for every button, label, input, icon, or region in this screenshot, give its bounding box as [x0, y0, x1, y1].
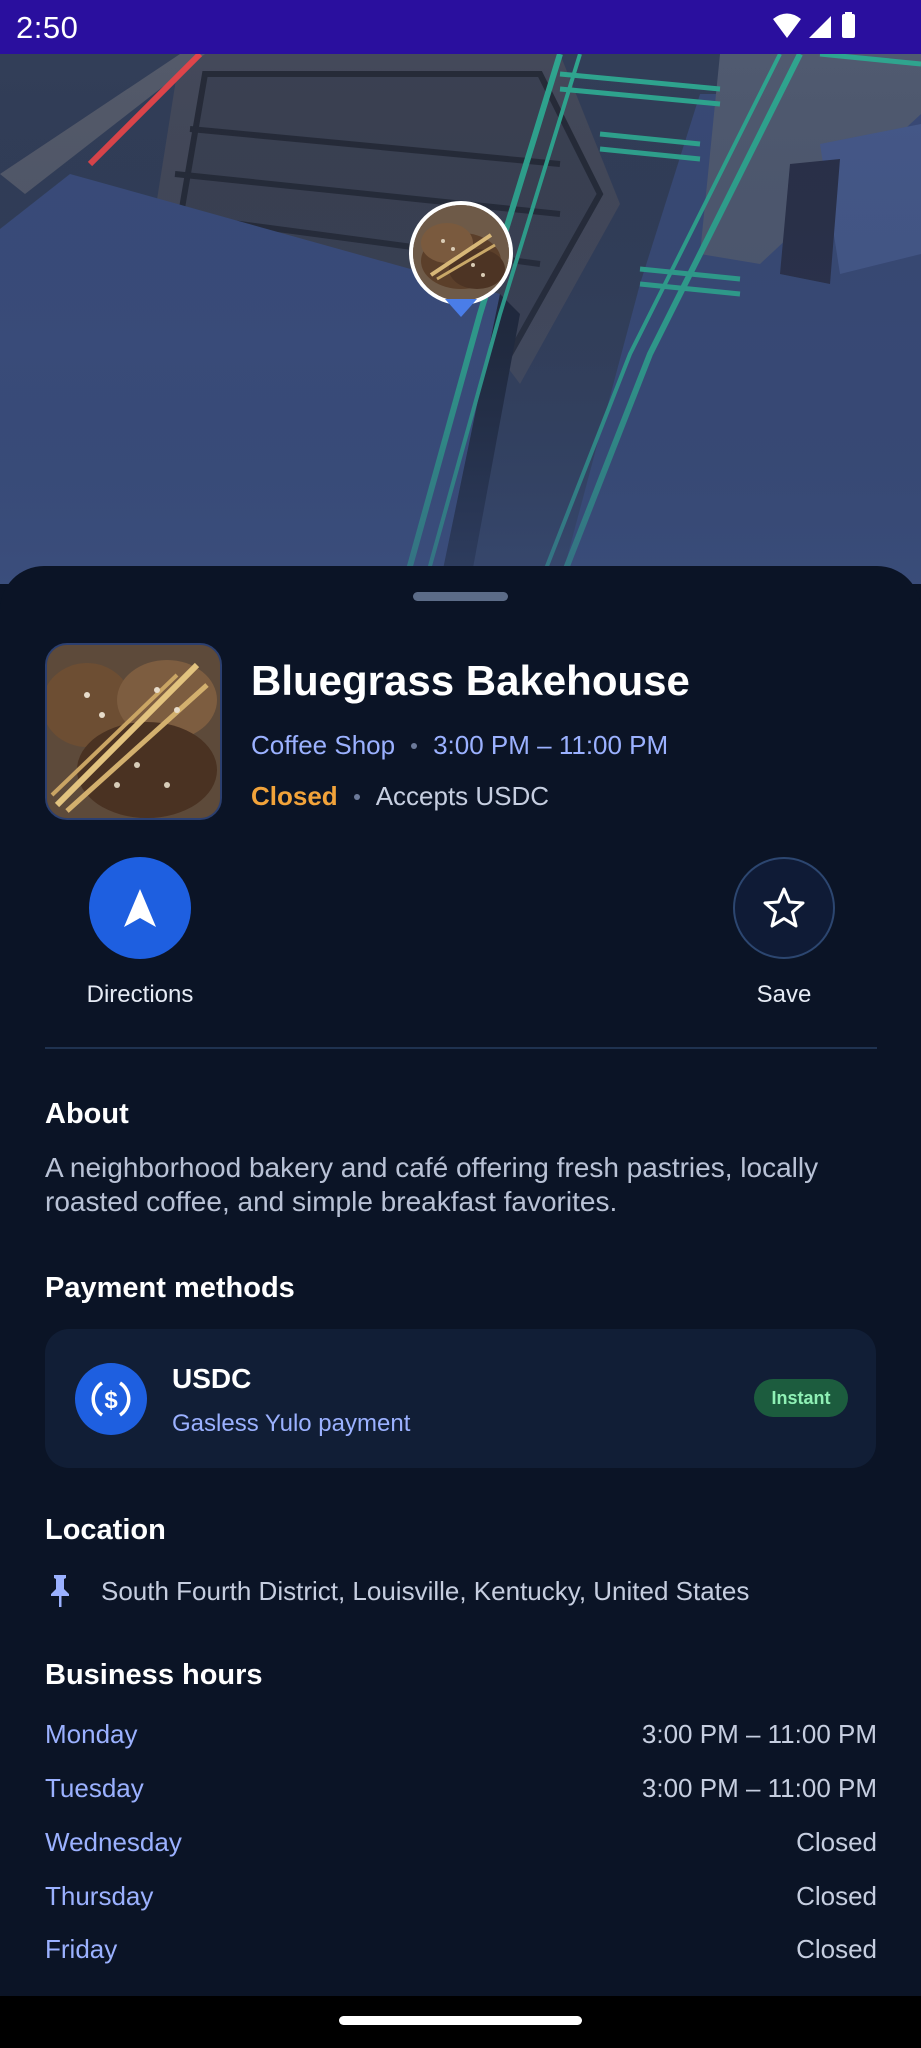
section-divider — [45, 1047, 877, 1049]
map-view[interactable] — [0, 54, 921, 584]
marker-photo — [409, 201, 513, 305]
accepts-payment: Accepts USDC — [375, 781, 550, 811]
payment-method-name: USDC — [172, 1363, 252, 1394]
separator-dot — [353, 793, 360, 800]
save-circle[interactable] — [733, 857, 835, 959]
about-description: A neighborhood bakery and café offering … — [45, 1152, 819, 1217]
bread-photo-icon — [413, 205, 509, 301]
hours-day: Monday — [45, 1719, 138, 1749]
place-name: Bluegrass Bakehouse — [251, 657, 690, 704]
hours-time: Closed — [796, 1934, 877, 1964]
usdc-dollar-icon: $ — [75, 1363, 147, 1435]
status-icons — [773, 12, 855, 38]
map-place-marker[interactable] — [409, 201, 513, 321]
hours-row: Tuesday 3:00 PM – 11:00 PM — [45, 1773, 877, 1807]
hours-time: Closed — [796, 1827, 877, 1857]
payment-method-card[interactable]: $ USDC Gasless Yulo payment Instant — [45, 1329, 876, 1468]
push-pin-icon — [51, 1575, 69, 1607]
svg-text:$: $ — [104, 1387, 118, 1414]
location-address: South Fourth District, Louisville, Kentu… — [101, 1575, 750, 1606]
directions-button[interactable]: Directions — [60, 857, 220, 1009]
hours-row: Thursday Closed — [45, 1881, 877, 1915]
payment-method-subtitle: Gasless Yulo payment — [172, 1410, 411, 1437]
hours-row: Friday Closed — [45, 1934, 877, 1968]
hours-day: Friday — [45, 1934, 118, 1964]
about-heading: About — [45, 1098, 129, 1130]
cell-signal-icon — [809, 16, 831, 38]
hours-time: 3:00 PM – 11:00 PM — [641, 1773, 877, 1803]
separator-dot — [411, 742, 418, 749]
wifi-icon — [773, 13, 801, 38]
place-meta: Coffee Shop 3:00 PM – 11:00 PM — [251, 730, 668, 761]
place-photo[interactable] — [45, 643, 222, 820]
location-row[interactable]: South Fourth District, Louisville, Kentu… — [45, 1571, 749, 1611]
place-category: Coffee Shop — [251, 730, 396, 760]
marker-pointer — [445, 299, 477, 317]
hours-row: Wednesday Closed — [45, 1827, 877, 1861]
status-time: 2:50 — [16, 10, 79, 45]
hours-day: Wednesday — [45, 1827, 182, 1857]
hours-row: Monday 3:00 PM – 11:00 PM — [45, 1719, 877, 1753]
directions-circle[interactable] — [89, 857, 191, 959]
open-status: Closed — [251, 781, 338, 811]
location-heading: Location — [45, 1514, 166, 1546]
place-status-row: Closed Accepts USDC — [251, 781, 549, 812]
save-label: Save — [756, 981, 812, 1008]
hours-day: Thursday — [45, 1881, 154, 1911]
bread-photo-icon — [47, 645, 220, 818]
directions-label: Directions — [86, 981, 194, 1008]
place-details-sheet: Bluegrass Bakehouse Coffee Shop 3:00 PM … — [0, 566, 921, 1996]
business-hours-heading: Business hours — [45, 1659, 263, 1691]
battery-icon — [842, 12, 855, 38]
instant-badge: Instant — [754, 1379, 848, 1417]
sheet-drag-handle[interactable] — [413, 592, 508, 601]
hours-time: Closed — [796, 1881, 877, 1911]
navigation-arrow-icon — [124, 889, 156, 927]
usdc-symbol: $ — [91, 1381, 131, 1417]
home-gesture-handle[interactable] — [339, 2016, 582, 2025]
hours-time: 3:00 PM – 11:00 PM — [641, 1719, 877, 1749]
place-hours-today: 3:00 PM – 11:00 PM — [433, 730, 669, 760]
payment-methods-heading: Payment methods — [45, 1272, 295, 1304]
status-bar: 2:50 — [0, 0, 921, 54]
save-button[interactable]: Save — [704, 857, 864, 1009]
star-outline-icon — [763, 887, 805, 928]
system-nav-bar — [0, 1996, 921, 2048]
hours-day: Tuesday — [45, 1773, 144, 1803]
